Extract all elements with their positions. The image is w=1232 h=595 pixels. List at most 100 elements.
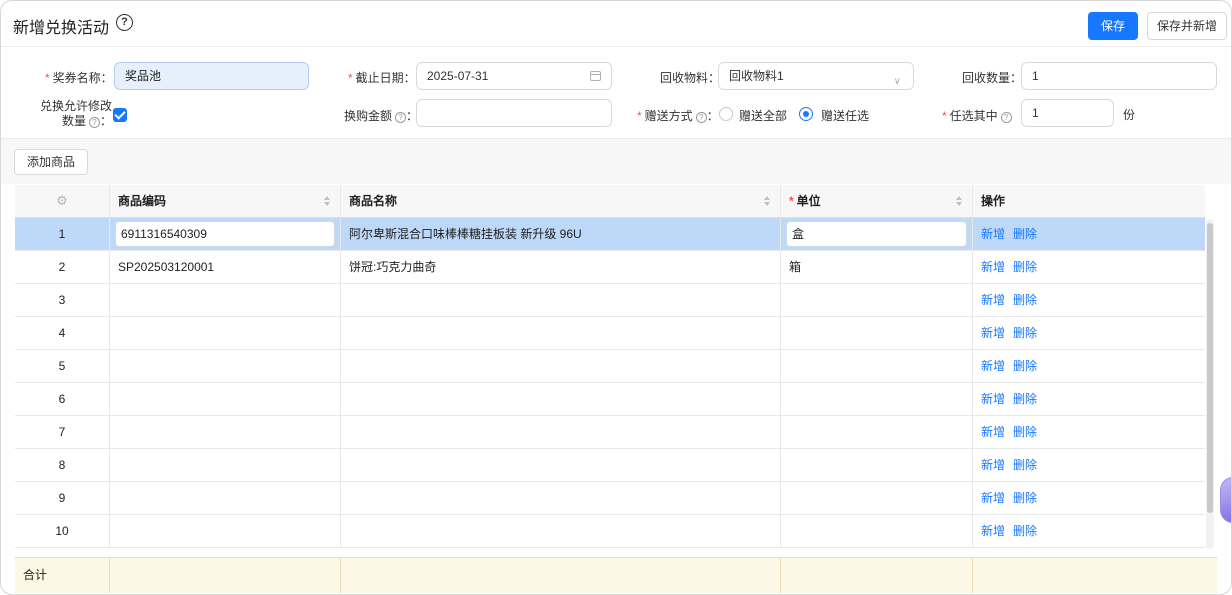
row-add-link[interactable]: 新增 — [981, 227, 1005, 241]
recycle-material-label: 回收物料： — [660, 71, 721, 85]
table-row[interactable]: 2 SP202503120001 饼冠:巧克力曲奇箱新增 删除 — [15, 251, 1205, 284]
product-code-cell[interactable] — [110, 416, 341, 448]
table-row[interactable]: 8 新增 删除 — [15, 449, 1205, 482]
action-cell: 新增 删除 — [973, 482, 1205, 514]
total-label: 合计 — [15, 558, 110, 593]
row-delete-link[interactable]: 删除 — [1013, 491, 1037, 505]
table-row[interactable]: 4 新增 删除 — [15, 317, 1205, 350]
settings-icon[interactable]: ⚙ — [56, 193, 68, 208]
help-icon[interactable]: ? — [89, 117, 101, 128]
sort-icon[interactable] — [764, 196, 770, 206]
row-add-link[interactable]: 新增 — [981, 260, 1005, 274]
save-and-new-button[interactable]: 保存并新增 — [1147, 12, 1227, 40]
table-row[interactable]: 1 6911316540309 阿尔卑斯混合口味棒棒糖挂板装 新升级 96U 盒新增删… — [15, 218, 1205, 251]
product-code-cell[interactable] — [110, 317, 341, 349]
product-code-cell[interactable]: 6911316540309 — [110, 218, 341, 250]
row-delete-link[interactable]: 删除 — [1013, 260, 1037, 274]
unit-cell[interactable] — [781, 350, 973, 382]
row-delete-link[interactable]: 删除 — [1013, 458, 1037, 472]
row-delete-link[interactable]: 删除 — [1013, 293, 1037, 307]
recycle-qty-input[interactable]: 1 — [1021, 62, 1217, 90]
action-cell: 新增 删除 — [973, 218, 1205, 250]
help-icon[interactable]: ? — [695, 112, 707, 123]
purchase-amount-input[interactable] — [416, 99, 612, 127]
total-cell — [341, 558, 781, 593]
row-add-link[interactable]: 新增 — [981, 491, 1005, 505]
allow-modify-checkbox[interactable] — [113, 108, 127, 122]
unit-cell[interactable] — [781, 482, 973, 514]
prize-name-input[interactable]: 奖品池 — [114, 62, 309, 90]
unit-cell[interactable]: 盒 — [781, 218, 973, 250]
help-icon[interactable]: ? — [1000, 112, 1012, 123]
total-cell — [973, 558, 1205, 593]
product-name-cell — [341, 317, 781, 349]
table-row[interactable]: 3 新增 删除 — [15, 284, 1205, 317]
gift-method-label: * 赠送方式?： — [637, 109, 719, 123]
table-row[interactable]: 6 新增 删除 — [15, 383, 1205, 416]
action-cell: 新增 删除 — [973, 317, 1205, 349]
unit-cell[interactable] — [781, 416, 973, 448]
table-row[interactable]: 7 新增 删除 — [15, 416, 1205, 449]
product-code-cell[interactable]: SP202503120001 — [110, 251, 341, 283]
gift-all-radio[interactable] — [719, 107, 733, 121]
row-number: 4 — [15, 317, 110, 349]
unit-input[interactable]: 盒 — [786, 221, 967, 247]
save-button[interactable]: 保存 — [1088, 12, 1138, 40]
product-code-cell[interactable] — [110, 482, 341, 514]
gift-choose-radio[interactable] — [799, 107, 813, 121]
row-add-link[interactable]: 新增 — [981, 524, 1005, 538]
add-product-button[interactable]: 添加商品 — [14, 149, 88, 175]
row-number: 7 — [15, 416, 110, 448]
unit-cell[interactable] — [781, 317, 973, 349]
product-code-cell[interactable] — [110, 449, 341, 481]
row-delete-link[interactable]: 删除 — [1013, 425, 1037, 439]
unit-cell[interactable] — [781, 383, 973, 415]
product-code-cell[interactable] — [110, 284, 341, 316]
column-header-code[interactable]: 商品编码 — [110, 185, 341, 217]
row-add-link[interactable]: 新增 — [981, 293, 1005, 307]
row-delete-link[interactable]: 删除 — [1013, 227, 1037, 241]
deadline-label: * 截止日期： — [348, 71, 416, 85]
product-code-cell[interactable] — [110, 515, 341, 547]
prize-name-label: * 奖券名称： — [45, 71, 113, 85]
row-add-link[interactable]: 新增 — [981, 425, 1005, 439]
total-cell — [110, 558, 341, 593]
table-total-row: 合计 — [15, 557, 1217, 593]
table-row[interactable]: 5 新增 删除 — [15, 350, 1205, 383]
product-name-cell: 阿尔卑斯混合口味棒棒糖挂板装 新升级 96U — [341, 218, 781, 250]
purchase-amount-label: 换购金额?： — [344, 109, 419, 123]
unit-cell[interactable] — [781, 284, 973, 316]
row-delete-link[interactable]: 删除 — [1013, 359, 1037, 373]
action-cell: 新增 删除 — [973, 416, 1205, 448]
column-header-unit[interactable]: * 单位 — [781, 185, 973, 217]
scrollbar-thumb[interactable] — [1207, 223, 1213, 513]
app-window: 新增兑换活动 ? 保存 保存并新增 * 奖券名称： 奖品池 * 截止日期： 2025… — [0, 0, 1232, 595]
recycle-material-select[interactable]: 回收物料1 ∨ — [718, 62, 914, 90]
unit-cell[interactable]: 箱 — [781, 251, 973, 283]
table-row[interactable]: 9 新增 删除 — [15, 482, 1205, 515]
row-add-link[interactable]: 新增 — [981, 326, 1005, 340]
product-code-input[interactable]: 6911316540309 — [115, 221, 335, 247]
product-code-cell[interactable] — [110, 383, 341, 415]
sort-icon[interactable] — [324, 196, 330, 206]
choose-any-input[interactable]: 1 — [1021, 99, 1114, 127]
assistant-float-ball[interactable] — [1220, 477, 1231, 523]
column-settings-cell[interactable]: ⚙ — [15, 185, 110, 217]
row-delete-link[interactable]: 删除 — [1013, 524, 1037, 538]
row-add-link[interactable]: 新增 — [981, 359, 1005, 373]
row-delete-link[interactable]: 删除 — [1013, 392, 1037, 406]
table-row[interactable]: 10 新增 删除 — [15, 515, 1205, 548]
table-header-row: ⚙ 商品编码 商品名称 * 单位 操作 — [15, 185, 1205, 218]
help-icon[interactable]: ? — [395, 112, 407, 123]
product-code-cell[interactable] — [110, 350, 341, 382]
deadline-date-picker[interactable]: 2025-07-31 — [416, 62, 612, 90]
total-cell — [781, 558, 973, 593]
row-add-link[interactable]: 新增 — [981, 392, 1005, 406]
help-icon[interactable]: ? — [116, 14, 133, 31]
column-header-name[interactable]: 商品名称 — [341, 185, 781, 217]
unit-cell[interactable] — [781, 515, 973, 547]
row-add-link[interactable]: 新增 — [981, 458, 1005, 472]
row-delete-link[interactable]: 删除 — [1013, 326, 1037, 340]
unit-cell[interactable] — [781, 449, 973, 481]
sort-icon[interactable] — [956, 196, 962, 206]
